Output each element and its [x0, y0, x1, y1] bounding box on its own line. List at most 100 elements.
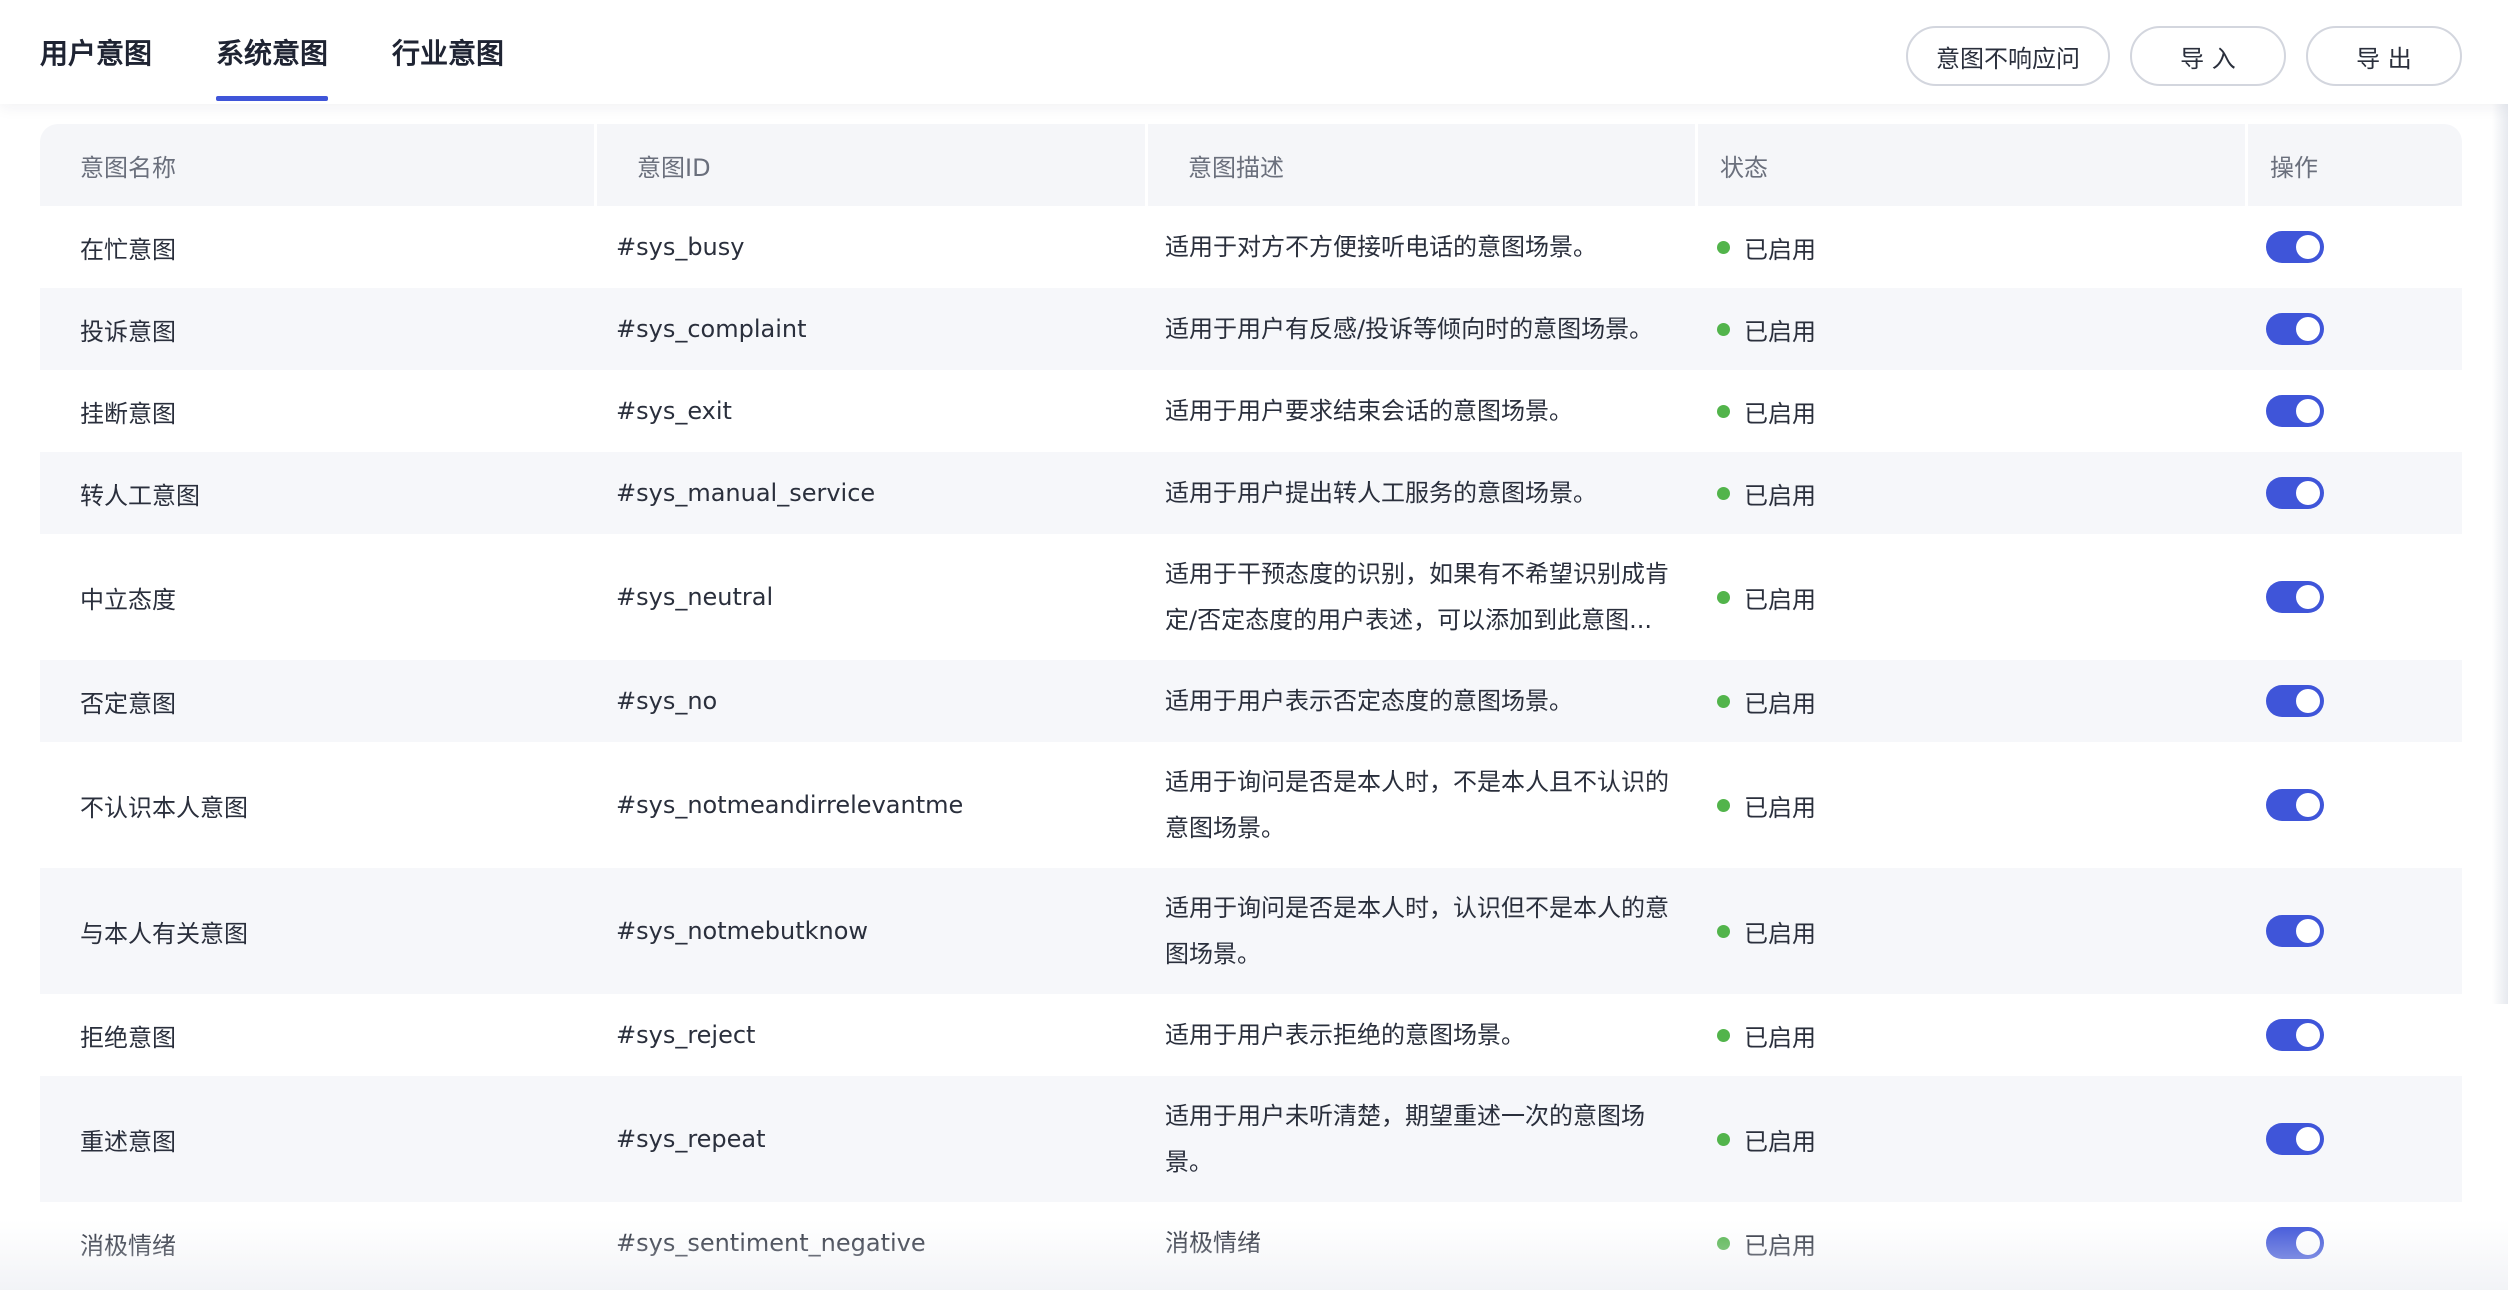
status-cell: 已启用	[1717, 1202, 1816, 1284]
status-cell: 已启用	[1717, 452, 1816, 534]
status-cell: 已启用	[1717, 206, 1816, 288]
action-cell	[2266, 660, 2324, 742]
action-cell	[2266, 370, 2324, 452]
table-row: 拒绝意图 #sys_reject 适用于用户表示拒绝的意图场景。 已启用	[40, 994, 2462, 1076]
intent-id: #sys_complaint	[616, 315, 807, 343]
table-row: 挂断意图 #sys_exit 适用于用户要求结束会话的意图场景。 已启用	[40, 370, 2462, 452]
table-row: 中立态度 #sys_neutral 适用于干预态度的识别，如果有不希望识别成肯定/否…	[40, 534, 2462, 660]
intent-name: 挂断意图	[80, 399, 176, 428]
status-dot-icon	[1717, 590, 1730, 604]
enable-toggle[interactable]	[2266, 313, 2324, 345]
column-header-status: 状态	[1695, 124, 2245, 206]
status-dot-icon	[1717, 1028, 1730, 1042]
scrollbar-track[interactable]	[2492, 104, 2508, 1004]
status-badge: 已启用	[1744, 235, 1816, 264]
table-row: 重述意图 #sys_repeat 适用于用户未听清楚，期望重述一次的意图场景。 已启用	[40, 1076, 2462, 1202]
intent-name: 不认识本人意图	[80, 793, 248, 822]
intent-no-response-button[interactable]: 意图不响应问	[1906, 26, 2110, 86]
status-dot-icon	[1717, 240, 1730, 254]
intent-id: #sys_notmebutknow	[616, 917, 869, 945]
enable-toggle[interactable]	[2266, 231, 2324, 263]
table-row: 在忙意图 #sys_busy 适用于对方不方便接听电话的意图场景。 已启用	[40, 206, 2462, 288]
status-dot-icon	[1717, 404, 1730, 418]
intent-description: 适用于询问是否是本人时，认识但不是本人的意图场景。	[1165, 894, 1669, 968]
top-bar: 用户意图 系统意图 行业意图 意图不响应问 导 入 导 出	[0, 0, 2508, 104]
status-badge: 已启用	[1744, 793, 1816, 822]
intent-description: 适用于询问是否是本人时，不是本人且不认识的意图场景。	[1165, 768, 1669, 842]
enable-toggle[interactable]	[2266, 1227, 2324, 1259]
intent-name: 重述意图	[80, 1127, 176, 1156]
enable-toggle[interactable]	[2266, 1123, 2324, 1155]
tab-system-intent[interactable]: 系统意图	[216, 36, 329, 101]
intent-id: #sys_no	[616, 687, 718, 715]
enable-toggle[interactable]	[2266, 581, 2324, 613]
enable-toggle[interactable]	[2266, 395, 2324, 427]
intent-id: #sys_reject	[616, 1021, 756, 1049]
status-cell: 已启用	[1717, 994, 1816, 1076]
action-cell	[2266, 742, 2324, 868]
intent-id: #sys_notmeandirrelevantme	[616, 791, 964, 819]
intent-id: #sys_busy	[616, 233, 745, 261]
action-cell	[2266, 534, 2324, 660]
intent-description: 消极情绪	[1165, 1229, 1261, 1257]
table-body: 在忙意图 #sys_busy 适用于对方不方便接听电话的意图场景。 已启用 投诉意图 #s…	[40, 206, 2462, 1284]
enable-toggle[interactable]	[2266, 1019, 2324, 1051]
intent-id: #sys_neutral	[616, 583, 774, 611]
status-badge: 已启用	[1744, 585, 1816, 614]
status-cell: 已启用	[1717, 1076, 1816, 1202]
table-row: 不认识本人意图 #sys_notmeandirrelevantme 适用于询问是否是…	[40, 742, 2462, 868]
status-dot-icon	[1717, 924, 1730, 938]
intent-name: 与本人有关意图	[80, 919, 248, 948]
enable-toggle[interactable]	[2266, 789, 2324, 821]
column-header-id: 意图ID	[594, 124, 1145, 206]
import-button[interactable]: 导 入	[2130, 26, 2286, 86]
table-row: 消极情绪 #sys_sentiment_negative 消极情绪 已启用	[40, 1202, 2462, 1284]
system-intent-table: 意图名称 意图ID 意图描述 状态 操作 在忙意图 #sys_busy 适用于对方不…	[40, 124, 2462, 1284]
intent-name: 在忙意图	[80, 235, 176, 264]
intent-description: 适用于干预态度的识别，如果有不希望识别成肯定/否定态度的用户表述，可以添加到此意…	[1165, 560, 1669, 634]
status-cell: 已启用	[1717, 868, 1816, 994]
status-badge: 已启用	[1744, 1023, 1816, 1052]
status-dot-icon	[1717, 1236, 1730, 1250]
intent-description: 适用于用户表示拒绝的意图场景。	[1165, 1021, 1525, 1049]
intent-id: #sys_exit	[616, 397, 732, 425]
tab-industry-intent[interactable]: 行业意图	[392, 36, 504, 72]
status-dot-icon	[1717, 1132, 1730, 1146]
column-header-name: 意图名称	[80, 153, 176, 182]
intent-description: 适用于用户表示否定态度的意图场景。	[1165, 687, 1573, 715]
status-dot-icon	[1717, 694, 1730, 708]
status-badge: 已启用	[1744, 317, 1816, 346]
intent-id: #sys_manual_service	[616, 479, 876, 507]
status-badge: 已启用	[1744, 689, 1816, 718]
intent-name: 消极情绪	[80, 1231, 176, 1260]
export-button[interactable]: 导 出	[2306, 26, 2462, 86]
table-header: 意图名称 意图ID 意图描述 状态 操作	[40, 124, 2462, 206]
action-cell	[2266, 452, 2324, 534]
status-badge: 已启用	[1744, 919, 1816, 948]
table-row: 与本人有关意图 #sys_notmebutknow 适用于询问是否是本人时，认识但不…	[40, 868, 2462, 994]
enable-toggle[interactable]	[2266, 477, 2324, 509]
intent-description: 适用于用户有反感/投诉等倾向时的意图场景。	[1165, 315, 1654, 343]
action-cell	[2266, 1076, 2324, 1202]
action-cell	[2266, 206, 2324, 288]
status-cell: 已启用	[1717, 534, 1816, 660]
enable-toggle[interactable]	[2266, 915, 2324, 947]
action-cell	[2266, 994, 2324, 1076]
intent-description: 适用于用户要求结束会话的意图场景。	[1165, 397, 1573, 425]
intent-name: 中立态度	[80, 585, 176, 614]
intent-description: 适用于用户提出转人工服务的意图场景。	[1165, 479, 1597, 507]
status-badge: 已启用	[1744, 1127, 1816, 1156]
status-dot-icon	[1717, 798, 1730, 812]
intent-name: 投诉意图	[80, 317, 176, 346]
tab-user-intent[interactable]: 用户意图	[40, 36, 152, 72]
status-cell: 已启用	[1717, 660, 1816, 742]
enable-toggle[interactable]	[2266, 685, 2324, 717]
status-dot-icon	[1717, 486, 1730, 500]
intent-description: 适用于对方不方便接听电话的意图场景。	[1165, 233, 1597, 261]
intent-id: #sys_sentiment_negative	[616, 1229, 926, 1257]
status-badge: 已启用	[1744, 1231, 1816, 1260]
intent-name: 转人工意图	[80, 481, 200, 510]
table-row: 投诉意图 #sys_complaint 适用于用户有反感/投诉等倾向时的意图场景。 已…	[40, 288, 2462, 370]
action-cell	[2266, 868, 2324, 994]
intent-description: 适用于用户未听清楚，期望重述一次的意图场景。	[1165, 1102, 1645, 1176]
